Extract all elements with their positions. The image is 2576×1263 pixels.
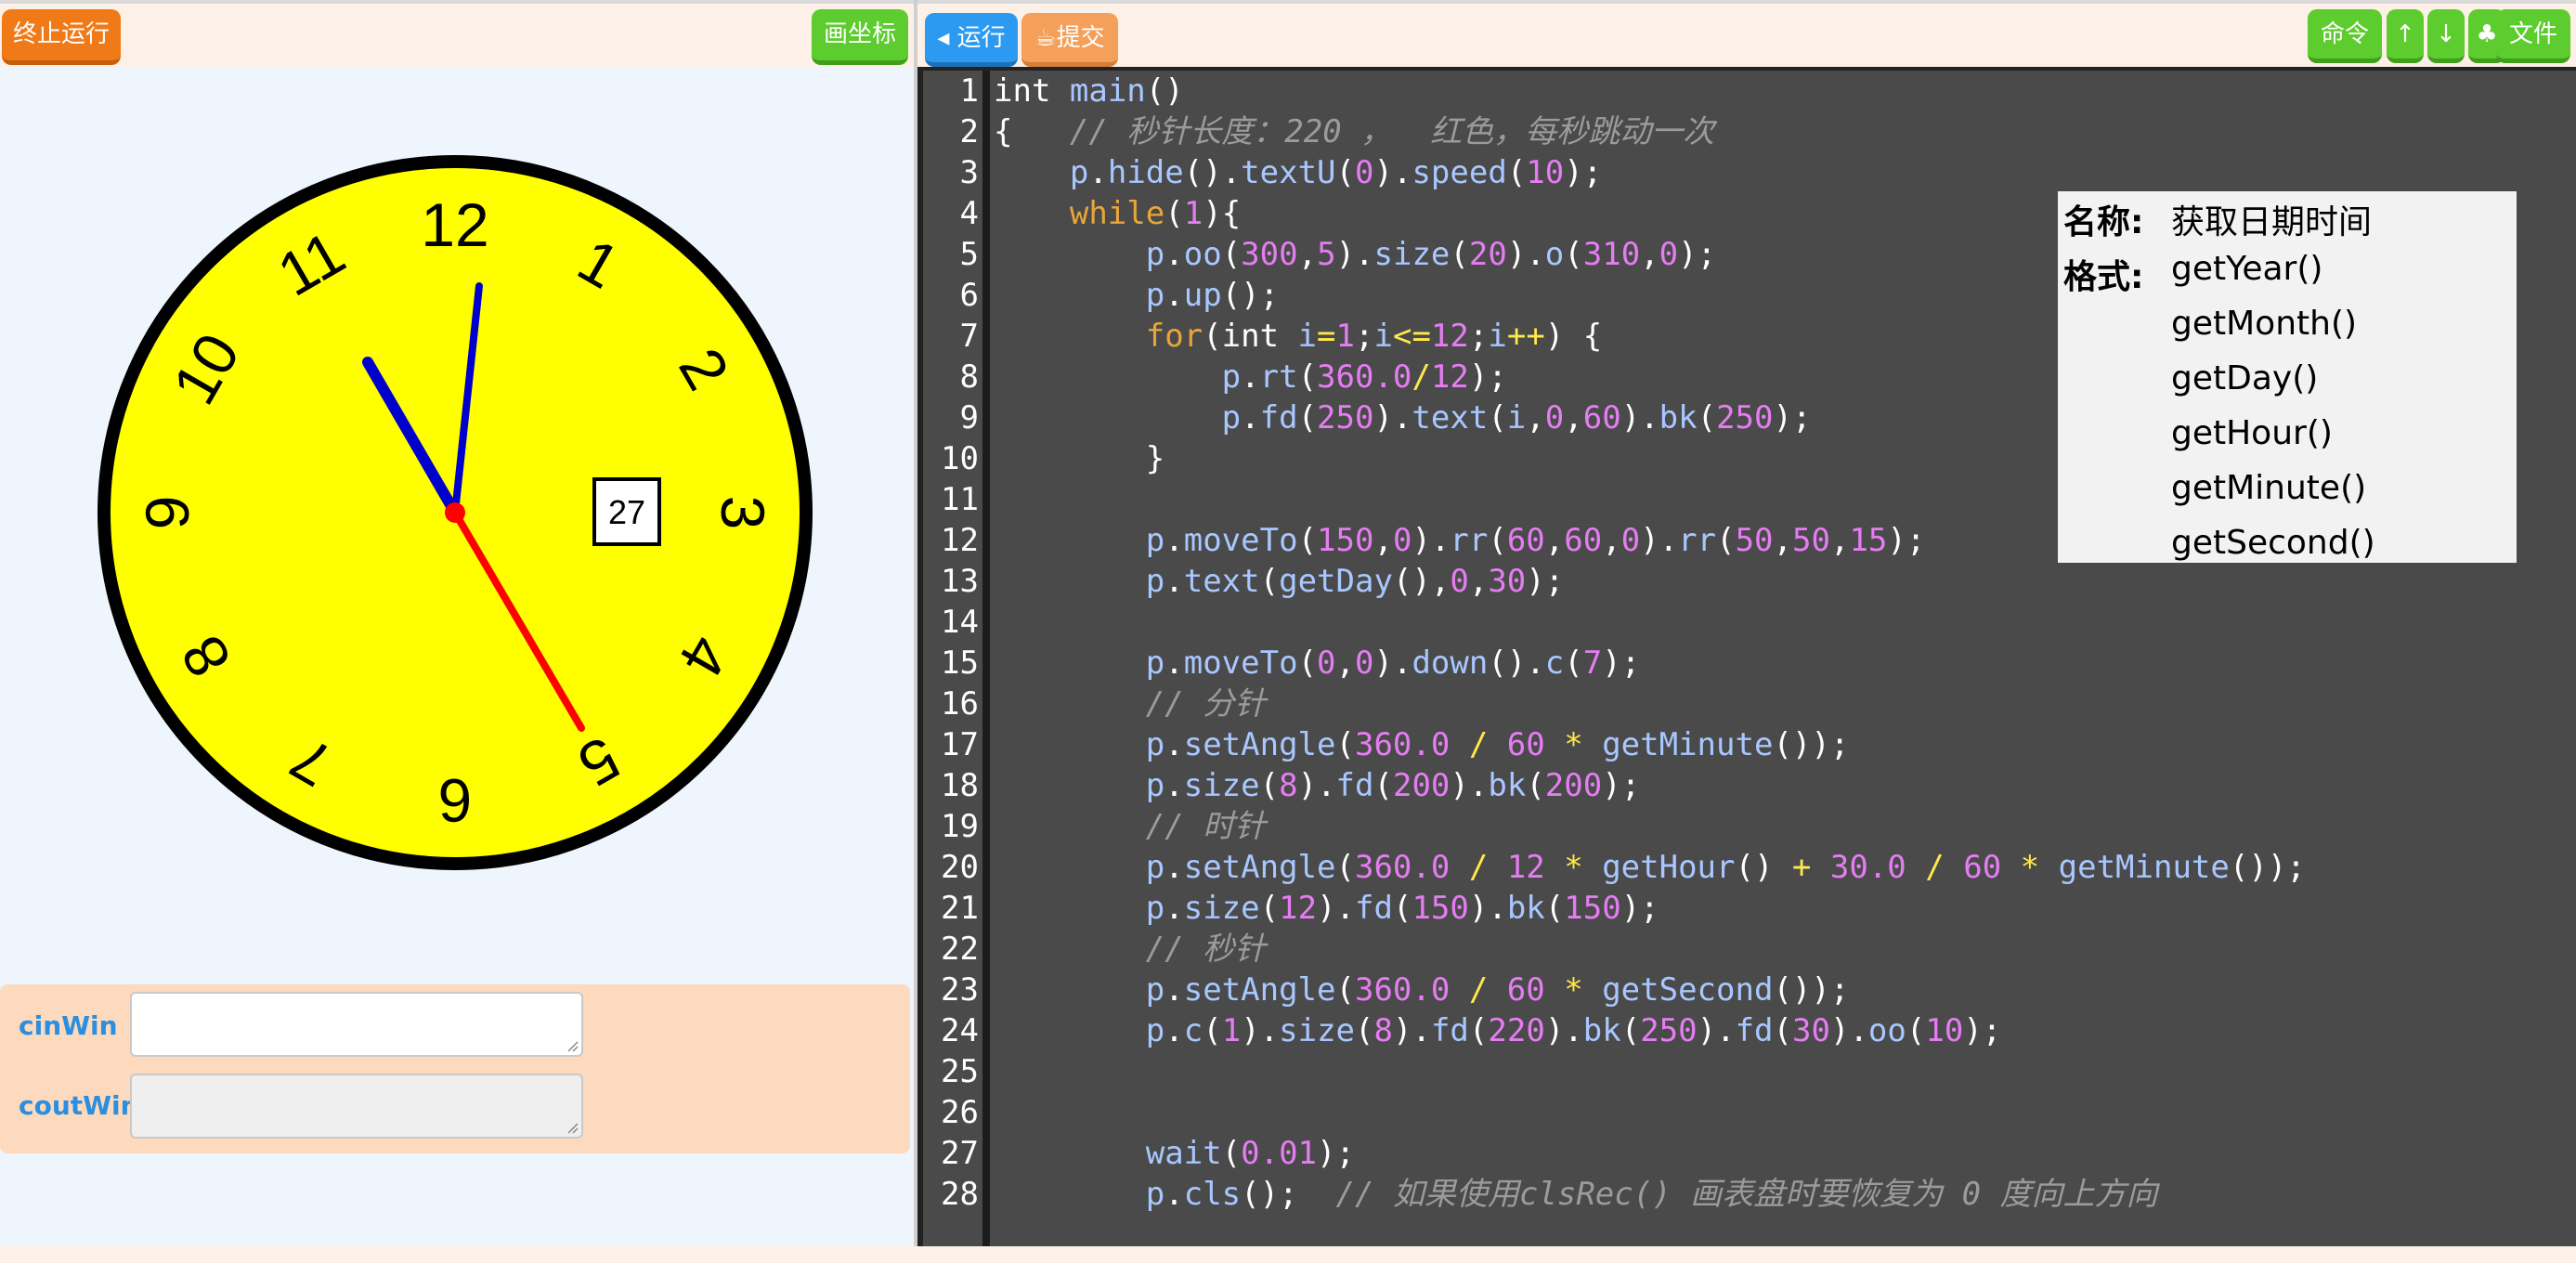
coutwin-output[interactable]: [130, 1074, 583, 1139]
code-line-9: p.fd(250).text(i,0,60).bk(250);: [1221, 399, 1812, 436]
code-line-18: p.size(8).fd(200).bk(200);: [1145, 767, 1641, 804]
help-format-key: 格式:: [2063, 258, 2144, 296]
move-down-button[interactable]: ↓: [2427, 9, 2465, 63]
code-line-2: { // 秒针长度：220 ， 红色，每秒跳动一次: [994, 113, 1715, 150]
line-number-20: 20: [941, 849, 979, 886]
help-name-value: 获取日期时间: [2171, 203, 2373, 241]
graphics-panel: 终止运行 画坐标 12 1 2 3 4 5 6 7 8 9 10 11 27 cinWin coutW…: [0, 0, 914, 1263]
line-number-12: 12: [941, 522, 979, 559]
code-line-21: p.size(12).fd(150).bk(150);: [1145, 890, 1659, 927]
code-line-16: // 分针: [1145, 685, 1267, 723]
line-number-3: 3: [959, 154, 979, 191]
line-number-23: 23: [941, 971, 979, 1009]
code-line-24: p.c(1).size(8).fd(220).bk(250).fd(30).oo…: [1145, 1012, 2002, 1049]
line-number-13: 13: [941, 563, 979, 600]
line-number-7: 7: [959, 318, 979, 355]
line-number-24: 24: [941, 1012, 979, 1049]
line-number-10: 10: [941, 440, 979, 477]
code-line-8: p.rt(360.0/12);: [1221, 358, 1507, 396]
code-line-22: // 秒针: [1145, 931, 1267, 968]
line-number-8: 8: [959, 358, 979, 396]
left-toolbar: 终止运行 画坐标: [0, 0, 914, 67]
help-format-2: getDay(): [2171, 359, 2319, 397]
resize-handle-icon[interactable]: [566, 1121, 579, 1134]
code-line-10: }: [994, 440, 1165, 477]
code-line-12: p.moveTo(150,0).rr(60,60,0).rr(50,50,15)…: [1145, 522, 1926, 559]
line-number-15: 15: [941, 645, 979, 682]
code-line-6: p.up();: [1145, 277, 1280, 314]
bottom-strip: [0, 1246, 2576, 1263]
stop-run-button[interactable]: 终止运行: [2, 9, 121, 65]
line-number-19: 19: [941, 808, 979, 845]
line-number-6: 6: [959, 277, 979, 314]
line-number-5: 5: [959, 236, 979, 273]
editor-toolbar: ◂ 运行 ☕提交 命令 ↑ ↓ ♣ 文件: [917, 0, 2576, 67]
code-editor[interactable]: int main() { // 秒针长度：220 ， 红色，每秒跳动一次 p.h…: [917, 67, 2576, 1263]
code-line-15: p.moveTo(0,0).down().c(7);: [1145, 645, 1641, 682]
clock-number-6: 6: [438, 766, 473, 835]
line-number-22: 22: [941, 931, 979, 968]
cinwin-input[interactable]: [130, 992, 583, 1057]
help-name-key: 名称:: [2063, 203, 2144, 241]
line-number-28: 28: [941, 1176, 979, 1213]
command-button[interactable]: 命令: [2308, 9, 2382, 63]
line-number-16: 16: [941, 685, 979, 723]
date-box-text: 27: [608, 493, 645, 531]
code-panel: ◂ 运行 ☕提交 命令 ↑ ↓ ♣ 文件 int main() { // 秒针长…: [917, 0, 2576, 1263]
clock-number-3: 3: [709, 496, 777, 530]
help-format-4: getMinute(): [2171, 469, 2367, 507]
code-line-4: while(1){: [1069, 195, 1242, 232]
code-line-5: p.oo(300,5).size(20).o(310,0);: [1145, 236, 1717, 273]
help-format-0: getYear(): [2171, 250, 2323, 288]
file-button[interactable]: 文件: [2496, 9, 2570, 63]
code-line-3: p.hide().textU(0).speed(10);: [1069, 154, 1603, 191]
line-number-18: 18: [941, 767, 979, 804]
code-line-19: // 时针: [1145, 808, 1267, 845]
clock-canvas: 121234567891011 27: [98, 155, 813, 870]
line-number-27: 27: [941, 1135, 979, 1172]
code-line-7: for(int i=1;i<=12;i++) {: [1145, 318, 1603, 355]
help-format-5: getSecond(): [2171, 524, 2375, 562]
move-up-button[interactable]: ↑: [2387, 9, 2424, 63]
line-number-11: 11: [941, 481, 979, 518]
gutter-divider: [982, 71, 990, 1263]
line-number-1: 1: [959, 72, 979, 110]
clock-center-dot: [445, 502, 465, 523]
submit-button[interactable]: ☕提交: [1021, 13, 1118, 67]
clock-number-9: 9: [133, 496, 202, 530]
line-number-14: 14: [941, 604, 979, 641]
help-format-3: getHour(): [2171, 414, 2333, 452]
line-number-21: 21: [941, 890, 979, 927]
code-line-20: p.setAngle(360.0 / 12 * getHour() + 30.0…: [1145, 849, 2306, 886]
help-format-1: getMonth(): [2171, 305, 2358, 343]
code-line-13: p.text(getDay(),0,30);: [1145, 563, 1565, 600]
line-number-2: 2: [959, 113, 979, 150]
line-number-9: 9: [959, 399, 979, 436]
draw-coordinates-button[interactable]: 画坐标: [812, 9, 908, 65]
resize-handle-icon[interactable]: [566, 1039, 579, 1052]
run-button[interactable]: ◂ 运行: [925, 13, 1018, 67]
function-help-popup: 名称: 获取日期时间 格式: getYear() getMonth() getD…: [2058, 191, 2517, 563]
code-line-17: p.setAngle(360.0 / 60 * getMinute());: [1145, 726, 1850, 763]
line-number-25: 25: [941, 1053, 979, 1090]
line-number-4: 4: [959, 195, 979, 232]
code-line-27: wait(0.01);: [1145, 1135, 1355, 1172]
io-panel: cinWin coutWin: [0, 984, 910, 1153]
code-line-1: int main(): [994, 72, 1184, 110]
line-number-17: 17: [941, 726, 979, 763]
cinwin-label: cinWin: [19, 1010, 118, 1041]
coutwin-label: coutWin: [19, 1090, 139, 1121]
clock-number-12: 12: [421, 190, 488, 259]
line-number-26: 26: [941, 1094, 979, 1131]
code-line-28: p.cls(); // 如果使用clsRec() 画表盘时要恢复为 0 度向上方…: [1145, 1176, 2158, 1213]
code-line-23: p.setAngle(360.0 / 60 * getSecond());: [1145, 971, 1850, 1009]
